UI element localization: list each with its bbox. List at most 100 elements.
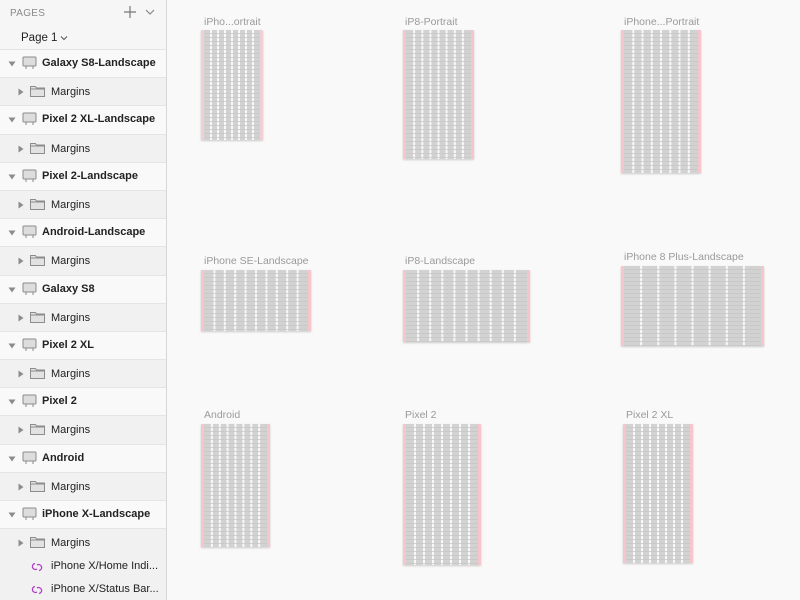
disclosure-collapsed-icon[interactable] [17, 426, 25, 434]
layer-row-group[interactable]: Margins [0, 528, 166, 557]
artboard[interactable] [623, 424, 693, 563]
layer-row-group[interactable]: Margins [0, 77, 166, 106]
layout-grid [201, 270, 311, 331]
layer-label: Margins [51, 480, 91, 493]
artboard-title[interactable]: iPho...ortrait [204, 16, 261, 28]
artboard[interactable] [403, 270, 530, 342]
artboard-title[interactable]: iPhone SE-Landscape [204, 255, 309, 267]
layer-row-group[interactable]: Margins [0, 246, 166, 275]
artboard-icon [22, 282, 37, 295]
layer-row-artboard[interactable]: Pixel 2 XL [0, 330, 166, 360]
disclosure-expanded-icon[interactable] [8, 116, 16, 124]
layer-label: Pixel 2 [42, 395, 77, 408]
layer-label: Margins [51, 424, 91, 437]
disclosure-collapsed-icon[interactable] [17, 201, 25, 209]
artboard[interactable] [403, 30, 474, 159]
layer-label: Margins [51, 198, 91, 211]
current-page-label: Page 1 [21, 32, 58, 44]
plus-icon[interactable] [123, 5, 137, 19]
pages-header: PAGES [0, 0, 166, 27]
layer-row-artboard[interactable]: iPhone X-Landscape [0, 500, 166, 529]
symbol-icon [31, 585, 43, 595]
layer-label: iPhone X/Status Bar... [51, 582, 159, 595]
layer-label: Margins [51, 86, 91, 99]
layer-row-artboard[interactable]: Pixel 2 XL-Landscape [0, 105, 166, 134]
layer-label: Android-Landscape [42, 226, 146, 239]
disclosure-collapsed-icon[interactable] [17, 314, 25, 322]
layer-row-group[interactable]: Margins [0, 471, 166, 500]
canvas[interactable]: iPho...ortrait iP8-Portrait iPhone...Portr… [168, 0, 800, 600]
layer-label: Pixel 2 XL [42, 338, 94, 351]
artboard[interactable] [201, 270, 311, 331]
folder-icon [30, 368, 45, 380]
folder-icon [30, 198, 45, 210]
layer-label: iPhone X-Landscape [42, 508, 151, 520]
layer-label: Galaxy S8-Landscape [42, 57, 156, 69]
folder-icon [30, 424, 45, 436]
layout-grid [403, 30, 474, 159]
layer-label: Margins [51, 255, 91, 268]
disclosure-expanded-icon[interactable] [8, 455, 16, 463]
disclosure-expanded-icon[interactable] [8, 286, 16, 294]
layers-sidebar: PAGES Page 1 Galaxy S8-Landscape Margins P… [0, 0, 167, 600]
artboard-title[interactable]: Pixel 2 XL [626, 409, 673, 421]
page-selector[interactable]: Page 1 [0, 27, 166, 49]
artboard[interactable] [201, 30, 263, 140]
artboard-icon [22, 338, 37, 351]
layout-grid [621, 30, 701, 173]
layer-row-group[interactable]: Margins [0, 302, 166, 331]
layer-row-symbol[interactable]: iPhone X/Status Bar... [0, 578, 166, 600]
disclosure-expanded-icon[interactable] [8, 173, 16, 181]
artboard[interactable] [621, 30, 701, 173]
artboard[interactable] [403, 424, 481, 565]
artboard-icon [22, 225, 37, 239]
folder-icon [30, 537, 45, 549]
artboard[interactable] [201, 424, 270, 547]
layer-row-artboard[interactable]: Pixel 2-Landscape [0, 161, 166, 190]
artboard-icon [22, 112, 37, 126]
folder-icon [30, 255, 45, 267]
chevron-down-icon[interactable] [144, 6, 156, 18]
disclosure-collapsed-icon[interactable] [17, 370, 25, 378]
disclosure-expanded-icon[interactable] [8, 229, 16, 237]
artboard-icon [22, 394, 37, 408]
layer-row-artboard[interactable]: Android [0, 443, 166, 472]
artboard-title[interactable]: Pixel 2 [405, 409, 437, 421]
layout-grid [403, 424, 481, 565]
disclosure-collapsed-icon[interactable] [17, 145, 25, 153]
layer-row-artboard[interactable]: Galaxy S8-Landscape [0, 49, 166, 78]
layout-grid [623, 424, 693, 563]
disclosure-expanded-icon[interactable] [8, 511, 16, 519]
disclosure-collapsed-icon[interactable] [17, 539, 25, 547]
layer-row-artboard[interactable]: Galaxy S8 [0, 274, 166, 303]
folder-icon [30, 480, 45, 492]
folder-icon [30, 142, 45, 154]
disclosure-expanded-icon[interactable] [8, 398, 16, 406]
artboard-title[interactable]: iP8-Portrait [405, 16, 458, 28]
disclosure-collapsed-icon[interactable] [17, 257, 25, 265]
artboard-title[interactable]: iPhone 8 Plus-Landscape [624, 251, 744, 263]
disclosure-expanded-icon[interactable] [8, 60, 16, 68]
artboard-icon [22, 56, 37, 69]
artboard-title[interactable]: iPhone...Portrait [624, 16, 699, 28]
folder-icon [30, 311, 45, 323]
layout-grid [621, 266, 764, 346]
pages-title: PAGES [10, 8, 46, 19]
layer-label: Galaxy S8 [42, 282, 95, 295]
layer-label: Margins [51, 368, 91, 381]
disclosure-collapsed-icon[interactable] [17, 483, 25, 491]
artboard-title[interactable]: Android [204, 409, 240, 421]
layer-row-group[interactable]: Margins [0, 415, 166, 444]
layer-row-symbol[interactable]: iPhone X/Home Indi... [0, 556, 166, 579]
artboard-title[interactable]: iP8-Landscape [405, 255, 475, 267]
layout-grid [201, 424, 270, 547]
layer-row-group[interactable]: Margins [0, 189, 166, 219]
disclosure-collapsed-icon[interactable] [17, 88, 25, 96]
layer-row-group[interactable]: Margins [0, 359, 166, 388]
layer-row-group[interactable]: Margins [0, 133, 166, 162]
layer-row-artboard[interactable]: Pixel 2 [0, 387, 166, 416]
disclosure-expanded-icon[interactable] [8, 342, 16, 350]
layer-row-artboard[interactable]: Android-Landscape [0, 218, 166, 247]
artboard-icon [22, 507, 37, 520]
artboard[interactable] [621, 266, 764, 346]
